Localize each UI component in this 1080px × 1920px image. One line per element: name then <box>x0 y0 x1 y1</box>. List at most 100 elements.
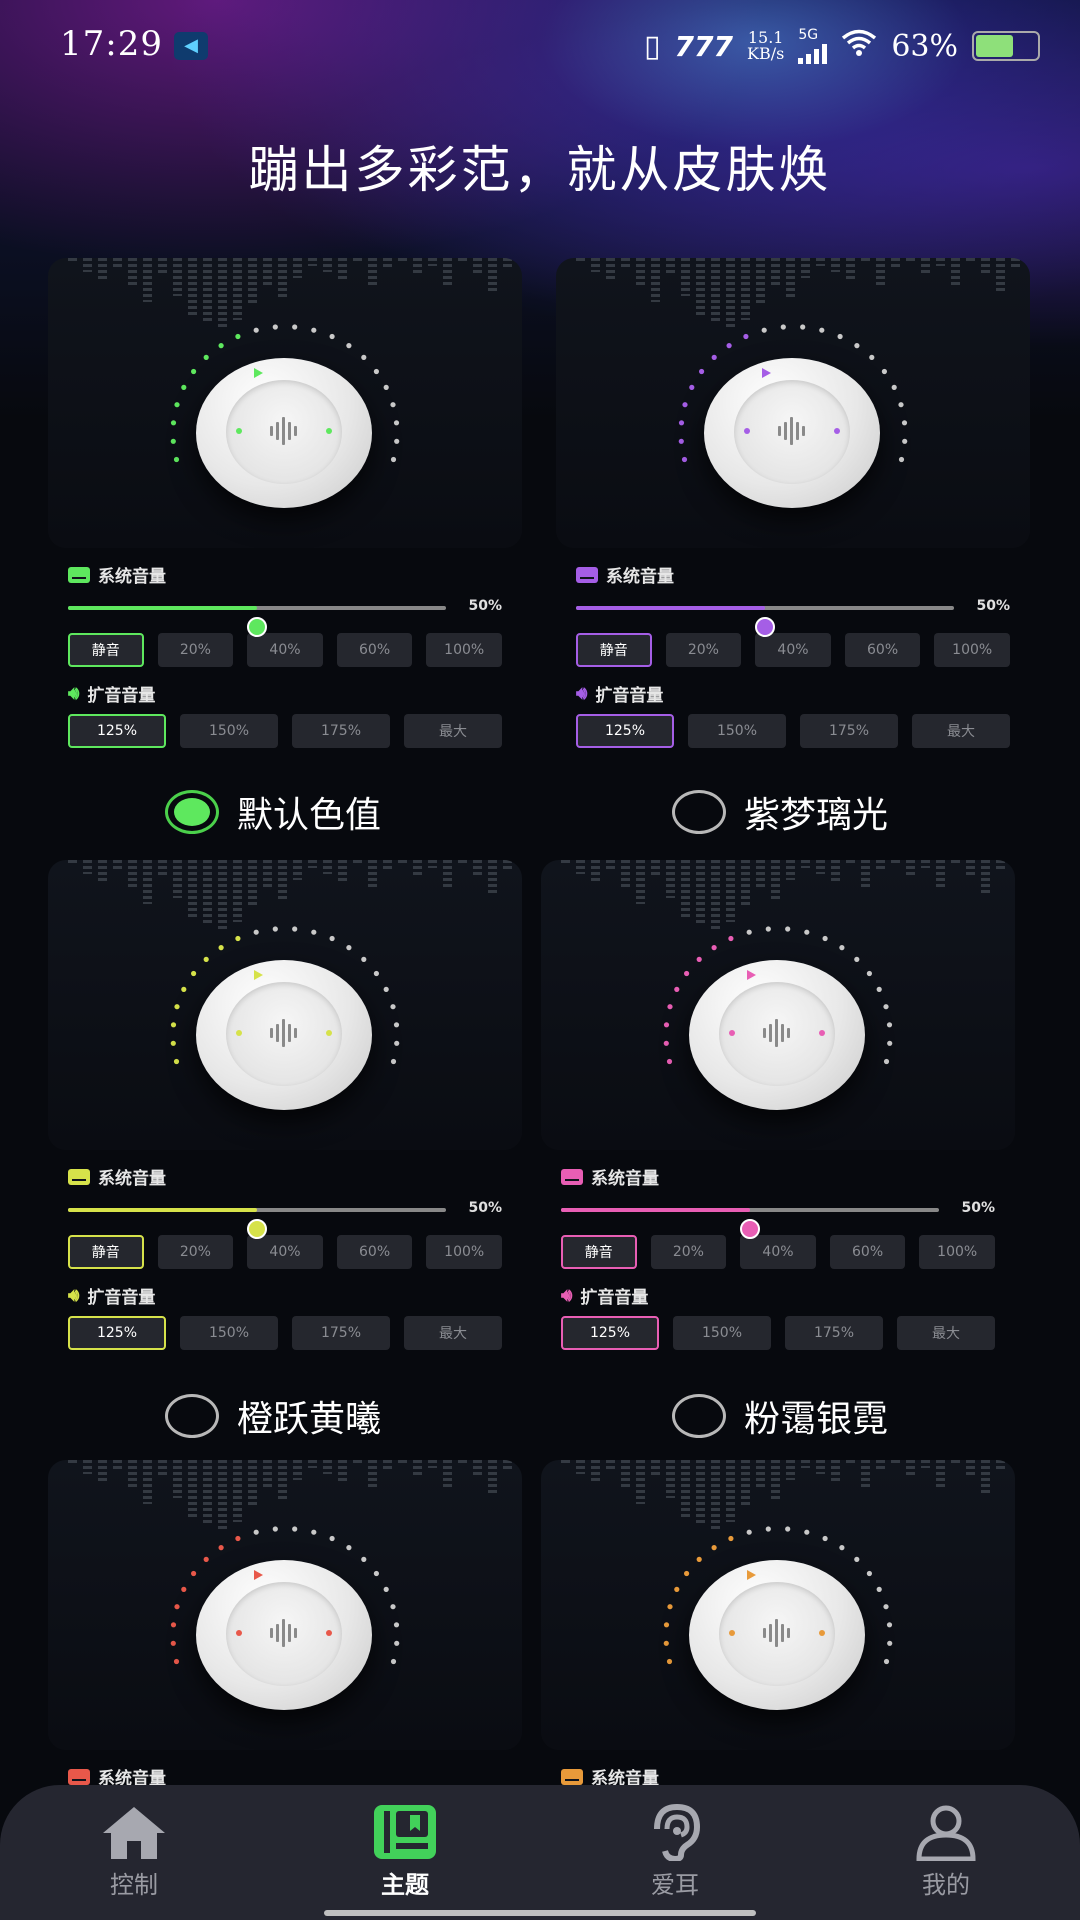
boost-button[interactable]: 150% <box>688 714 786 748</box>
system-volume-icon <box>68 1768 90 1785</box>
boost-volume-title: 🔊︎ 扩音音量 <box>576 683 664 706</box>
nav-item-profile[interactable]: 我的 <box>876 1799 1016 1900</box>
ear-icon <box>605 1799 745 1861</box>
knob-dot <box>729 1030 735 1036</box>
preset-button[interactable]: 100% <box>426 633 502 667</box>
preset-button[interactable]: 60% <box>336 1235 413 1269</box>
slider-thumb[interactable] <box>755 617 775 637</box>
system-volume-slider[interactable]: 50% <box>576 587 1010 637</box>
knob-pointer-icon <box>254 970 263 980</box>
slider-percent: 50% <box>961 1200 995 1216</box>
preset-button[interactable]: 60% <box>829 1235 906 1269</box>
boost-button[interactable]: 175% <box>785 1316 883 1350</box>
boost-button[interactable]: 最大 <box>404 1316 502 1350</box>
theme-option[interactable]: 默认色值 <box>165 786 381 838</box>
boost-button[interactable]: 175% <box>292 1316 390 1350</box>
knob-pointer-icon <box>747 1570 756 1580</box>
theme-preview <box>541 860 1015 1150</box>
volume-knob <box>196 960 372 1110</box>
theme-card[interactable]: 系统音量 <box>48 1460 522 1789</box>
signal-bars-icon <box>798 42 828 64</box>
preset-button[interactable]: 静音 <box>561 1235 637 1269</box>
boost-button[interactable]: 最大 <box>912 714 1010 748</box>
preset-button[interactable]: 40% <box>740 1235 816 1269</box>
nav-item-theme[interactable]: 主题 <box>335 1799 475 1900</box>
sound-wave-icon <box>270 416 298 446</box>
theme-radio[interactable] <box>165 1394 219 1438</box>
notification-app-icon: ◀ <box>174 32 208 60</box>
preset-button[interactable]: 100% <box>426 1235 502 1269</box>
system-volume-title: 系统音量 <box>561 1164 1015 1189</box>
status-bar: 17:29 ◀ ▯ 777 15.1 KB/s 5G 63% <box>0 0 1080 90</box>
volume-knob <box>196 1560 372 1710</box>
system-volume-slider[interactable]: 50% <box>561 1189 995 1239</box>
preset-button[interactable]: 40% <box>247 633 323 667</box>
preset-button[interactable]: 40% <box>755 633 831 667</box>
boost-button[interactable]: 最大 <box>404 714 502 748</box>
user-icon <box>876 1799 1016 1861</box>
theme-radio[interactable] <box>165 790 219 834</box>
preset-button[interactable]: 静音 <box>68 633 144 667</box>
theme-card[interactable]: 系统音量 50% 静音 20% 40% 60% 100% 🔊︎ 扩音音量 125% 150… <box>48 860 522 1350</box>
boost-button[interactable]: 125% <box>68 1316 166 1350</box>
system-volume-presets: 静音 20% 40% 60% 100% <box>561 1235 995 1269</box>
preset-button[interactable]: 100% <box>919 1235 995 1269</box>
knob-dot <box>236 1630 242 1636</box>
knob-dot <box>819 1630 825 1636</box>
boost-button[interactable]: 150% <box>180 714 278 748</box>
boost-button[interactable]: 125% <box>68 714 166 748</box>
preset-button[interactable]: 静音 <box>68 1235 144 1269</box>
sound-wave-icon <box>763 1018 791 1048</box>
boost-button[interactable]: 150% <box>180 1316 278 1350</box>
theme-preview <box>48 258 522 548</box>
theme-option[interactable]: 粉霭银霓 <box>672 1390 888 1442</box>
slider-thumb[interactable] <box>247 617 267 637</box>
theme-card[interactable]: 系统音量 50% 静音 20% 40% 60% 100% 🔊︎ 扩音音量 125% 150… <box>541 860 1015 1350</box>
theme-card[interactable]: 系统音量 <box>541 1460 1015 1789</box>
slider-percent: 50% <box>976 598 1010 614</box>
preset-button[interactable]: 100% <box>934 633 1010 667</box>
system-volume-icon <box>68 1168 90 1185</box>
preset-button[interactable]: 20% <box>665 633 742 667</box>
knob-dot <box>236 1030 242 1036</box>
nav-item-control[interactable]: 控制 <box>64 1799 204 1900</box>
volume-knob <box>704 358 880 508</box>
home-indicator <box>324 1910 756 1916</box>
boost-button[interactable]: 175% <box>800 714 898 748</box>
system-volume-presets: 静音 20% 40% 60% 100% <box>68 633 502 667</box>
battery-percent: 63% <box>891 28 958 64</box>
theme-name: 紫梦璃光 <box>744 795 889 836</box>
boost-button[interactable]: 125% <box>576 714 674 748</box>
theme-card[interactable]: 系统音量 50% 静音 20% 40% 60% 100% 🔊︎ 扩音音量 125% 150… <box>48 258 522 748</box>
preset-button[interactable]: 60% <box>336 633 413 667</box>
preset-button[interactable]: 20% <box>157 633 234 667</box>
theme-option[interactable]: 紫梦璃光 <box>672 786 888 838</box>
theme-preview <box>48 1460 522 1750</box>
preset-button[interactable]: 20% <box>157 1235 234 1269</box>
theme-radio[interactable] <box>672 790 726 834</box>
vibrate-icon: ▯ <box>644 28 661 64</box>
preset-button[interactable]: 40% <box>247 1235 323 1269</box>
theme-radio[interactable] <box>672 1394 726 1438</box>
theme-card[interactable]: 系统音量 50% 静音 20% 40% 60% 100% 🔊︎ 扩音音量 125% 150… <box>556 258 1030 748</box>
boost-button[interactable]: 最大 <box>897 1316 995 1350</box>
preset-button[interactable]: 静音 <box>576 633 652 667</box>
boost-button[interactable]: 125% <box>561 1316 659 1350</box>
knob-dot <box>729 1630 735 1636</box>
slider-thumb[interactable] <box>247 1219 267 1239</box>
slider-thumb[interactable] <box>740 1219 760 1239</box>
bottom-navigation: 控制 主题 爱耳 我的 <box>0 1785 1080 1920</box>
nav-item-ear-care[interactable]: 爱耳 <box>605 1799 745 1900</box>
preset-button[interactable]: 60% <box>844 633 921 667</box>
system-volume-slider[interactable]: 50% <box>68 1189 502 1239</box>
boost-volume-presets: 125% 150% 175% 最大 <box>561 1316 995 1350</box>
slider-percent: 50% <box>468 1200 502 1216</box>
boost-button[interactable]: 150% <box>673 1316 771 1350</box>
system-volume-icon <box>561 1168 583 1185</box>
theme-book-icon <box>335 1799 475 1861</box>
theme-option[interactable]: 橙跃黄曦 <box>165 1390 381 1442</box>
boost-button[interactable]: 175% <box>292 714 390 748</box>
system-volume-slider[interactable]: 50% <box>68 587 502 637</box>
system-volume-title: 系统音量 <box>576 562 1030 587</box>
preset-button[interactable]: 20% <box>650 1235 727 1269</box>
